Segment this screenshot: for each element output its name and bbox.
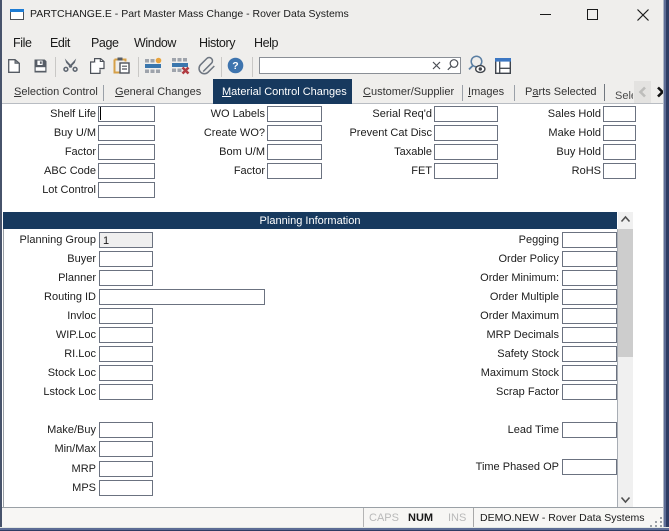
svg-text:?: ? (232, 60, 238, 72)
